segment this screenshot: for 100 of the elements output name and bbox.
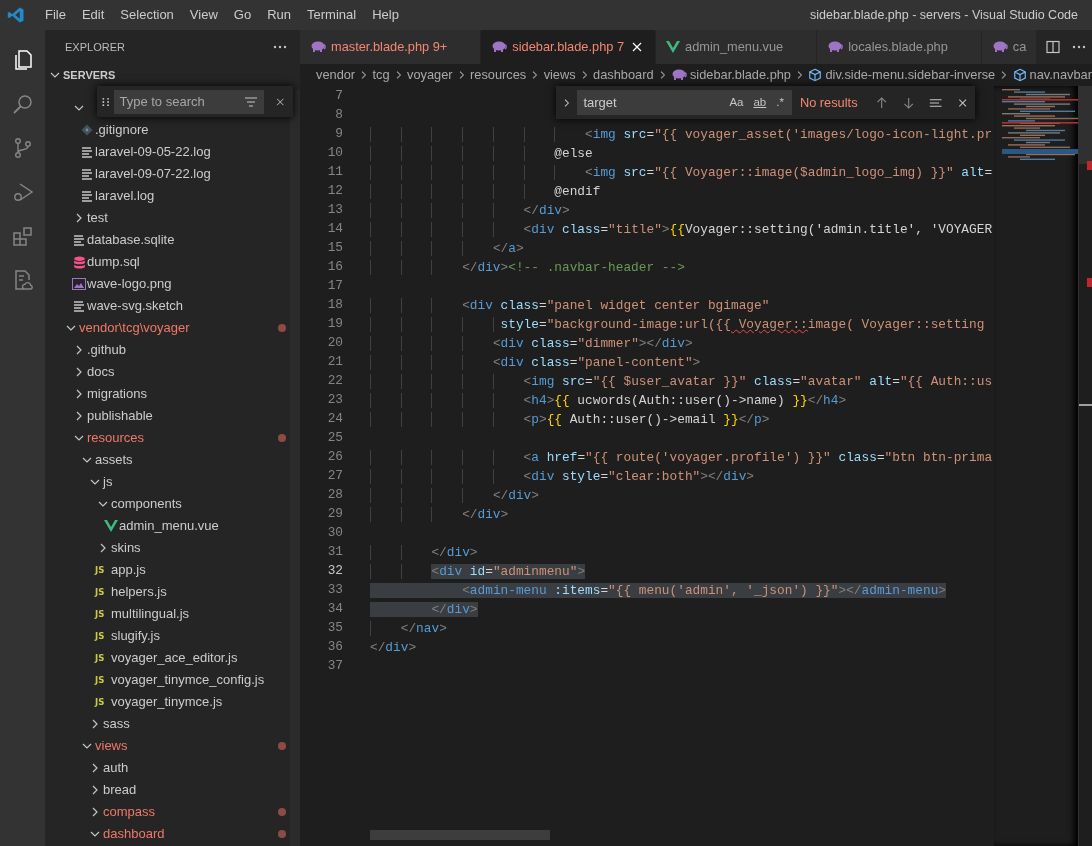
match-case-toggle[interactable]: Aa: [725, 91, 748, 114]
file-name[interactable]: wave-svg.sketch: [87, 296, 184, 316]
line-number: 32: [326, 562, 344, 580]
line-number: 14: [326, 220, 344, 238]
file-name[interactable]: laravel.log: [95, 186, 155, 206]
js-file-icon: JS: [95, 651, 109, 665]
menu-item[interactable]: Run: [259, 0, 299, 30]
folder-name[interactable]: resources: [87, 428, 145, 448]
code-line: </nav>: [370, 619, 447, 638]
file-name[interactable]: slugify.js: [111, 626, 160, 646]
folder-name[interactable]: docs: [87, 362, 115, 382]
line-number: 30: [326, 524, 344, 542]
folder-name[interactable]: js: [103, 472, 113, 492]
code-line: <admin-menu :items="{{ menu('admin', '_json') }}"></admin-menu>: [370, 581, 946, 600]
code-line: </div>: [370, 505, 509, 524]
modified-dot: [278, 808, 286, 816]
folder-name[interactable]: views: [95, 736, 128, 756]
breadcrumb-item[interactable]: vendor: [316, 65, 356, 85]
file-name[interactable]: admin_menu.vue: [119, 516, 219, 536]
folder-name[interactable]: vendor\tcg\voyager: [79, 318, 190, 338]
file-name[interactable]: app.js: [111, 560, 146, 580]
code-line: <div class="dimmer"></div>: [370, 334, 693, 353]
v-logo-icon: [104, 519, 118, 533]
code-line: </div>: [370, 201, 570, 220]
breadcrumb-item[interactable]: views: [543, 65, 576, 85]
folder-name[interactable]: auth: [103, 758, 129, 778]
file-name[interactable]: voyager_tinymce.js: [111, 692, 223, 712]
breadcrumb-item[interactable]: resources: [470, 65, 527, 85]
line-number: 19: [326, 315, 344, 333]
js-file-icon: JS: [95, 563, 109, 577]
elephant-icon: [310, 39, 326, 55]
menu-item[interactable]: Go: [225, 0, 260, 30]
folder-name[interactable]: assets: [95, 450, 133, 470]
menu-item[interactable]: Edit: [73, 0, 113, 30]
line-number: 18: [326, 296, 344, 314]
line-number: 28: [326, 486, 344, 504]
line-number: 29: [326, 505, 344, 523]
js-file-icon: JS: [95, 695, 109, 709]
folder-name[interactable]: migrations: [87, 384, 147, 404]
arrow-up-icon[interactable]: [874, 94, 888, 111]
menu-item[interactable]: File: [37, 0, 74, 30]
line-number: 37: [326, 657, 344, 675]
file-name[interactable]: wave-logo.png: [87, 274, 172, 294]
file-name[interactable]: multilingual.js: [111, 604, 190, 624]
file-name[interactable]: dump.sql: [87, 252, 140, 272]
breadcrumb-item[interactable]: tcg: [372, 65, 390, 85]
menu-item[interactable]: Selection: [112, 0, 182, 30]
scrollbar-thumb[interactable]: [370, 830, 550, 840]
code-line: <img src="{{ $user_avatar }}" class="avatar" alt="{{ Auth::us: [370, 372, 993, 391]
line-number: 20: [326, 334, 344, 352]
folder-name[interactable]: dashboard: [103, 824, 165, 844]
breadcrumb-item[interactable]: div.side-menu.sidebar-inverse: [808, 65, 996, 85]
menu-item[interactable]: Terminal: [299, 0, 365, 30]
file-name[interactable]: database.sqlite: [87, 230, 175, 250]
folder-name[interactable]: test: [87, 208, 108, 228]
line-number: 27: [326, 467, 344, 485]
folder-name[interactable]: sass: [103, 714, 130, 734]
line-number: 13: [326, 201, 344, 219]
editor-tab[interactable]: admin_menu.vue: [656, 30, 818, 64]
regex-toggle[interactable]: .*: [772, 91, 788, 114]
error-marker: [1087, 161, 1092, 170]
code-line: <img src="{{ voyager_asset('images/logo-icon-light.pr: [370, 125, 993, 144]
file-name[interactable]: .gitignore: [95, 120, 149, 140]
file-name[interactable]: voyager_tinymce_config.js: [111, 670, 265, 690]
search-field[interactable]: Type to search: [114, 89, 265, 114]
line-number: 26: [326, 448, 344, 466]
extensions-icon[interactable]: [10, 224, 35, 248]
menu-item[interactable]: Help: [364, 0, 407, 30]
split-editor-icon[interactable]: [1045, 39, 1062, 55]
file-name[interactable]: voyager_ace_editor.js: [111, 648, 238, 668]
scrollbar-thumb[interactable]: [1079, 86, 1092, 164]
editor-tab[interactable]: ca: [981, 30, 1038, 64]
folder-name[interactable]: compass: [103, 802, 156, 822]
file-name[interactable]: laravel-09-07-22.log: [95, 164, 211, 184]
code-line: <div class="title">{{Voyager::setting('admin.title', 'VOYAGER: [370, 220, 993, 239]
elephant-icon: [491, 39, 508, 55]
folder-name[interactable]: bread: [103, 780, 137, 800]
sidebar-title: EXPLORER: [65, 39, 125, 55]
code-line: <div class="panel-content">: [370, 353, 701, 372]
window-title: sidebar.blade.php - servers - Visual Studio Code: [810, 6, 1079, 24]
file-name[interactable]: laravel-09-05-22.log: [95, 142, 211, 162]
breadcrumb-item[interactable]: sidebar.blade.php: [670, 65, 791, 85]
file-name[interactable]: helpers.js: [111, 582, 167, 602]
find-field[interactable]: target Aa ab .*: [577, 90, 792, 115]
breadcrumb-item[interactable]: nav.navbar: [1012, 65, 1092, 85]
folder-name[interactable]: .github: [87, 340, 127, 360]
folder-name[interactable]: skins: [111, 538, 141, 558]
breadcrumb-item[interactable]: dashboard: [593, 65, 654, 85]
menu-item[interactable]: View: [181, 0, 226, 30]
editor-tab[interactable]: locales.blade.php: [817, 30, 982, 64]
breadcrumb-item[interactable]: voyager: [407, 65, 453, 85]
code-line: </div>: [370, 600, 478, 619]
whole-word-toggle[interactable]: ab: [749, 91, 771, 114]
line-number: 25: [326, 429, 344, 447]
editor-tab[interactable]: master.blade.php 9+: [300, 30, 482, 64]
elephant-icon: [827, 39, 844, 55]
folder-name[interactable]: publishable: [87, 406, 153, 426]
folder-name[interactable]: components: [111, 494, 182, 514]
section-title[interactable]: SERVERS: [63, 66, 116, 84]
editor-tab[interactable]: sidebar.blade.php 7: [481, 30, 657, 64]
